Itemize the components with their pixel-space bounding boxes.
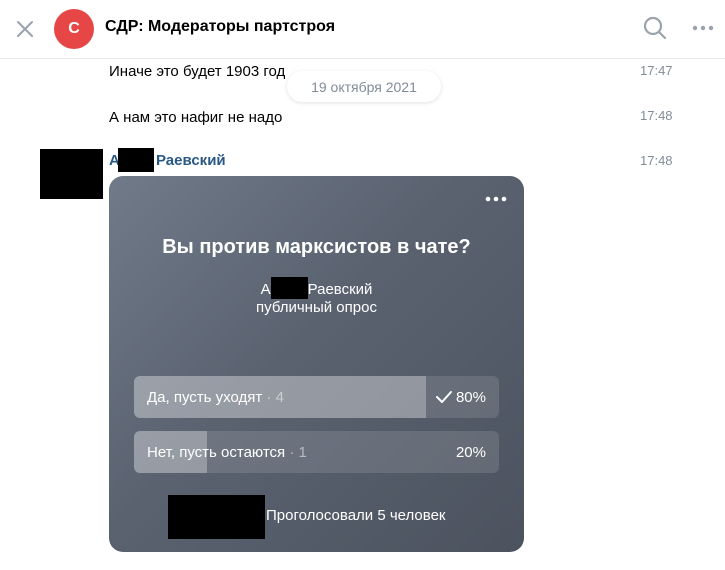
voter-avatars-redacted: [168, 495, 265, 539]
poll-type: публичный опрос: [256, 299, 377, 316]
chat-header: С СДР: Модераторы партстроя: [0, 0, 725, 59]
poll-author[interactable]: А Раевский: [109, 277, 524, 299]
poll-author-last: Раевский: [307, 281, 373, 298]
chat-avatar[interactable]: С: [54, 9, 94, 49]
close-icon[interactable]: [13, 17, 37, 41]
avatar-redacted: [40, 149, 103, 199]
poll-author-initial: А: [260, 281, 271, 298]
poll-option[interactable]: Нет, пусть остаются · 1 20%: [134, 431, 499, 473]
poll-option-label: Да, пусть уходят · 4: [147, 389, 284, 406]
chat-title[interactable]: СДР: Модераторы партстроя: [105, 18, 335, 36]
poll-vote-count[interactable]: Проголосовали 5 человек: [266, 507, 445, 524]
message-time: 17:48: [640, 108, 673, 123]
poll-option-percent: 20%: [455, 444, 486, 461]
redaction-block: [118, 148, 154, 172]
poll-option-label: Нет, пусть остаются · 1: [147, 444, 307, 461]
poll-question: Вы против марксистов в чате?: [162, 236, 471, 258]
message-time: 17:48: [640, 153, 673, 168]
search-icon[interactable]: [642, 15, 668, 41]
poll-option[interactable]: Да, пусть уходят · 4 80%: [134, 376, 499, 418]
poll-card: Вы против марксистов в чате? А Раевский п…: [109, 176, 524, 552]
check-icon: [436, 391, 452, 403]
poll-more-icon[interactable]: [484, 192, 508, 206]
redaction-block: [270, 277, 308, 299]
message-text: А нам это нафиг не надо: [109, 109, 283, 126]
message-text: Иначе это будет 1903 год: [109, 63, 286, 80]
poll-option-percent: 80%: [455, 389, 486, 406]
date-separator: 19 октября 2021: [287, 71, 441, 102]
message-time: 17:47: [640, 63, 673, 78]
more-options-icon[interactable]: [690, 18, 716, 38]
author-name[interactable]: Раевский: [156, 152, 226, 169]
